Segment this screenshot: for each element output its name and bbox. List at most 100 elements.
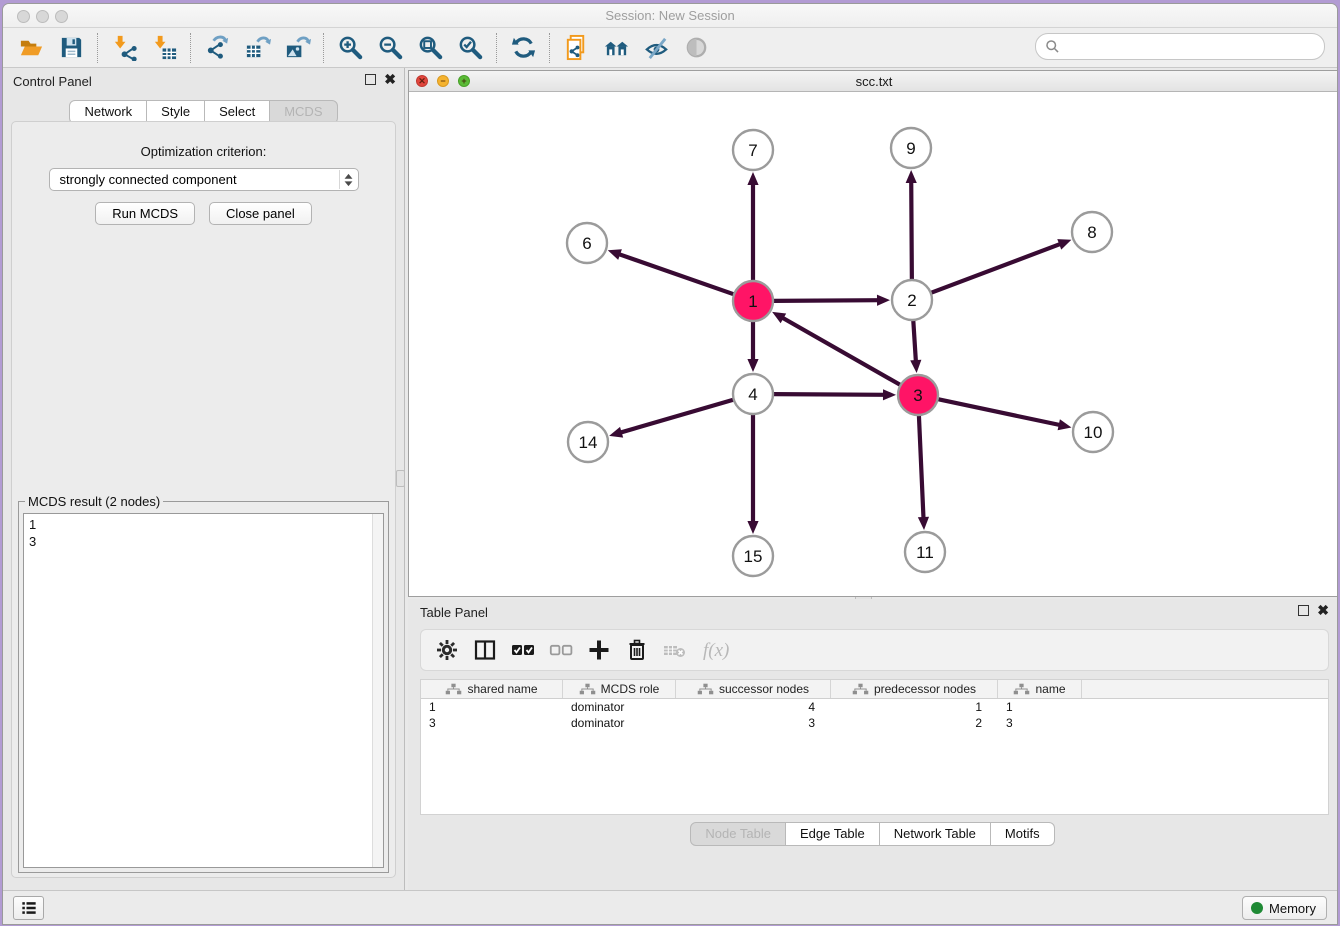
table-cell: 3 — [676, 715, 831, 731]
zoom-in-icon[interactable] — [330, 32, 370, 64]
column-header-MCDS-role[interactable]: MCDS role — [563, 680, 676, 698]
delete-column-icon[interactable] — [621, 634, 653, 666]
window-title: Session: New Session — [3, 8, 1337, 23]
table-cell: 1 — [831, 699, 998, 715]
graph-node-label: 2 — [907, 291, 916, 310]
edge-arrowhead — [609, 427, 623, 438]
graph-canvas[interactable]: 7968124314101511 — [409, 92, 1338, 596]
graph-node-label: 6 — [582, 234, 591, 253]
optimization-criterion-label: Optimization criterion: — [12, 144, 395, 159]
tab-edge-table[interactable]: Edge Table — [786, 822, 880, 846]
network-window-titlebar: ✕ − + scc.txt — [409, 71, 1338, 92]
export-table-icon[interactable] — [237, 32, 277, 64]
graph-node-label: 1 — [748, 292, 757, 311]
float-panel-icon[interactable] — [365, 74, 376, 85]
edge-arrowhead — [608, 249, 622, 260]
graph-edge-1-6[interactable] — [617, 254, 733, 295]
graph-edge-1-2[interactable] — [774, 300, 880, 301]
close-panel-icon[interactable]: ✖ — [384, 72, 396, 87]
gear-icon[interactable] — [431, 634, 463, 666]
graph-node-label: 8 — [1087, 223, 1096, 242]
edge-arrowhead — [918, 517, 929, 530]
graph-svg: 7968124314101511 — [409, 92, 1338, 596]
add-column-icon[interactable] — [583, 634, 615, 666]
edge-arrowhead — [1057, 239, 1071, 249]
mcds-tab-content: Optimization criterion: strongly connect… — [11, 121, 396, 878]
show-hidden-icon — [676, 32, 716, 64]
table-cell: 3 — [421, 715, 563, 731]
graph-node-label: 11 — [916, 543, 934, 562]
graph-edge-2-8[interactable] — [932, 243, 1062, 292]
search-icon — [1044, 38, 1061, 55]
zoom-fit-icon[interactable] — [410, 32, 450, 64]
float-table-panel-icon[interactable] — [1298, 605, 1309, 616]
edge-arrowhead — [910, 360, 921, 373]
deselect-all-checkboxes-icon[interactable] — [545, 634, 577, 666]
graph-node-label: 14 — [579, 433, 598, 452]
graph-node-label: 9 — [906, 139, 915, 158]
task-history-button[interactable] — [13, 896, 44, 920]
run-mcds-button[interactable]: Run MCDS — [95, 202, 195, 225]
tab-node-table[interactable]: Node Table — [690, 822, 786, 846]
open-file-icon[interactable] — [11, 32, 51, 64]
close-table-panel-icon[interactable]: ✖ — [1317, 603, 1329, 618]
graph-edge-3-1[interactable] — [781, 317, 900, 385]
import-table-icon[interactable] — [144, 32, 184, 64]
select-all-checkboxes-icon[interactable] — [507, 634, 539, 666]
export-image-icon[interactable] — [277, 32, 317, 64]
graph-edge-4-14[interactable] — [619, 400, 733, 433]
graph-edge-3-11[interactable] — [919, 416, 924, 520]
export-network-icon[interactable] — [197, 32, 237, 64]
graph-edge-2-3[interactable] — [913, 321, 916, 363]
column-header-predecessor-nodes[interactable]: predecessor nodes — [831, 680, 998, 698]
table-row[interactable]: 1dominator411 — [421, 699, 1328, 715]
hierarchy-icon — [445, 683, 462, 695]
graph-node-label: 10 — [1084, 423, 1103, 442]
vertical-splitter-handle[interactable] — [396, 470, 405, 487]
table-row[interactable]: 3dominator323 — [421, 715, 1328, 731]
mcds-result-list[interactable]: 13 — [23, 513, 384, 868]
search-input[interactable] — [1061, 36, 1324, 58]
first-neighbors-icon[interactable] — [596, 32, 636, 64]
refresh-icon[interactable] — [503, 32, 543, 64]
import-network-icon[interactable] — [104, 32, 144, 64]
hide-selected-icon[interactable] — [636, 32, 676, 64]
close-panel-button[interactable]: Close panel — [209, 202, 312, 225]
hierarchy-icon — [1013, 683, 1030, 695]
graph-edge-2-9[interactable] — [911, 180, 912, 279]
column-header-name[interactable]: name — [998, 680, 1082, 698]
toolbar-separator — [97, 33, 98, 63]
memory-button[interactable]: Memory — [1242, 896, 1327, 920]
table-cell: 4 — [676, 699, 831, 715]
column-header-shared-name[interactable]: shared name — [421, 680, 563, 698]
column-header-successor-nodes[interactable]: successor nodes — [676, 680, 831, 698]
zoom-selected-icon[interactable] — [450, 32, 490, 64]
graph-edge-4-3[interactable] — [774, 394, 886, 395]
tab-motifs[interactable]: Motifs — [991, 822, 1055, 846]
hierarchy-icon — [697, 683, 714, 695]
list-icon — [19, 898, 39, 918]
hierarchy-icon — [579, 683, 596, 695]
memory-label: Memory — [1269, 901, 1316, 916]
result-scrollbar[interactable] — [372, 514, 383, 867]
duplicate-network-icon[interactable] — [556, 32, 596, 64]
function-builder-icon — [697, 634, 745, 666]
edge-arrowhead — [747, 359, 758, 372]
zoom-out-icon[interactable] — [370, 32, 410, 64]
tab-network-table[interactable]: Network Table — [880, 822, 991, 846]
table-cell: 2 — [831, 715, 998, 731]
graph-edge-3-10[interactable] — [939, 399, 1062, 425]
criterion-dropdown[interactable]: strongly connected component — [49, 168, 359, 191]
split-view-icon[interactable] — [469, 634, 501, 666]
table-body: 1dominator4113dominator323 — [421, 699, 1328, 731]
delete-table-icon — [659, 634, 691, 666]
hierarchy-icon — [852, 683, 869, 695]
edge-arrowhead — [906, 170, 917, 183]
graph-node-label: 7 — [748, 141, 757, 160]
table-cell: 1 — [998, 699, 1082, 715]
toolbar-separator — [323, 33, 324, 63]
status-bar: Memory — [3, 890, 1337, 924]
search-field[interactable] — [1035, 33, 1325, 60]
edge-arrowhead — [747, 172, 758, 185]
save-session-icon[interactable] — [51, 32, 91, 64]
